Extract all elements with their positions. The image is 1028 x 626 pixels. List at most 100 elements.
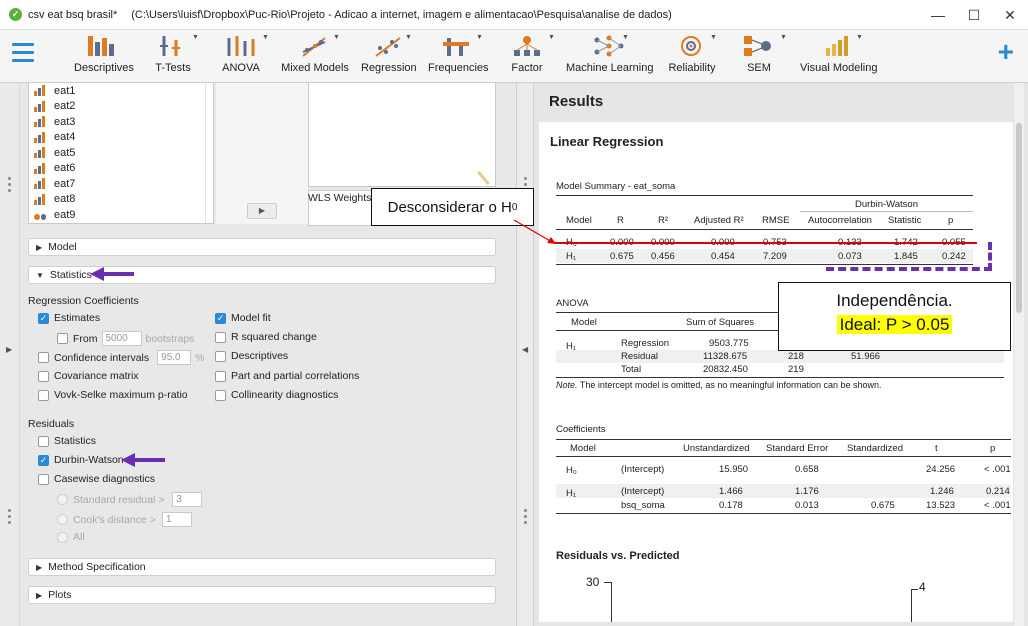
vovk-sellke-option[interactable]: Vovk-Selke maximum p-ratio — [38, 389, 188, 401]
covariance-matrix-option[interactable]: Covariance matrix — [38, 370, 139, 382]
table-cell: 0.675 — [871, 500, 895, 511]
plot-tick-label: 4 — [919, 580, 926, 594]
bootstrap-count-input[interactable]: 5000 — [101, 331, 142, 346]
covariance-matrix-checkbox[interactable] — [38, 370, 49, 382]
cooks-distance-input[interactable]: 1 — [161, 512, 192, 527]
durbin-watson-option[interactable]: ✓ Durbin-Watson — [38, 454, 124, 466]
collinearity-checkbox[interactable] — [215, 389, 226, 401]
mixed-models-icon: ▼ — [281, 32, 349, 62]
list-item[interactable]: eat8 — [29, 192, 213, 208]
ribbon-anova[interactable]: ▼ ANOVA — [222, 32, 269, 80]
table-header: Standard Error — [766, 443, 829, 454]
ribbon-reliability[interactable]: ▼ Reliability — [668, 32, 716, 80]
descriptives-checkbox[interactable] — [215, 350, 226, 362]
table-cell: (Intercept) — [621, 486, 665, 497]
bootstrap-option[interactable]: From 5000 bootstraps — [57, 331, 195, 346]
durbin-watson-checkbox[interactable]: ✓ — [38, 454, 49, 466]
minimize-button[interactable]: — — [920, 0, 956, 30]
r-squared-change-option[interactable]: R squared change — [215, 331, 317, 343]
list-item[interactable]: eat4 — [29, 130, 213, 146]
cooks-distance-option: Cook's distance >1 — [57, 512, 196, 527]
standard-residual-radio[interactable] — [57, 494, 68, 505]
model-fit-option[interactable]: ✓ Model fit — [215, 312, 271, 324]
ci-level-input[interactable]: 95.0 — [157, 350, 192, 365]
ribbon-t-tests[interactable]: ▼ T-Tests — [152, 32, 199, 80]
confidence-intervals-checkbox[interactable] — [38, 352, 49, 363]
residual-statistics-option[interactable]: Statistics — [38, 435, 96, 447]
table-header: t — [935, 443, 938, 454]
table-cell: 1.466 — [719, 486, 743, 497]
ribbon-regression[interactable]: ▼ Regression — [361, 32, 417, 80]
all-option: All — [57, 531, 85, 543]
scale-variable-icon — [34, 178, 47, 190]
residual-statistics-checkbox[interactable] — [38, 435, 49, 447]
plot-y-axis — [611, 582, 612, 622]
list-item[interactable]: eat5 — [29, 145, 213, 161]
wls-weights-label: WLS Weights ( — [308, 192, 378, 204]
section-model[interactable]: ▶ Model — [28, 238, 496, 256]
model-fit-checkbox[interactable]: ✓ — [215, 312, 226, 324]
table-cell: (Intercept) — [621, 464, 665, 475]
panel-splitter[interactable]: ◀ — [516, 83, 534, 626]
list-item[interactable]: eat1 — [29, 83, 213, 99]
variable-list[interactable]: eat1 eat2 eat3 eat4 eat5 eat6 eat7 eat8 … — [28, 83, 214, 224]
list-item[interactable]: eat7 — [29, 176, 213, 192]
table-header: Statistic — [888, 215, 922, 226]
visual-modeling-icon: ▼ — [800, 32, 876, 62]
ribbon-visual-modeling[interactable]: ▼ Visual Modeling — [800, 32, 877, 80]
maximize-button[interactable]: ☐ — [956, 0, 992, 30]
vovk-sellke-checkbox[interactable] — [38, 389, 49, 401]
ribbon-frequencies[interactable]: ▼ Frequencies — [428, 32, 489, 80]
section-plots[interactable]: ▶ Plots — [28, 586, 496, 604]
part-partial-checkbox[interactable] — [215, 370, 226, 382]
collinearity-option[interactable]: Collinearity diagnostics — [215, 389, 338, 401]
add-module-button[interactable]: + — [998, 38, 1014, 66]
table-header: p — [990, 443, 996, 454]
table-cell: bsq_soma — [621, 500, 665, 511]
menu-icon[interactable] — [12, 43, 34, 63]
bootstrap-checkbox[interactable] — [57, 333, 68, 344]
table-cell: Residual — [621, 351, 658, 362]
plot-tick — [911, 589, 918, 590]
section-method-specification[interactable]: ▶ Method Specification — [28, 558, 496, 576]
table-header: RMSE — [762, 215, 790, 226]
scale-variable-icon — [34, 131, 47, 143]
table-header: Sum of Squares — [686, 317, 755, 328]
cooks-distance-radio[interactable] — [57, 514, 68, 525]
results-scrollbar[interactable] — [1014, 83, 1024, 626]
left-collapse-handle[interactable]: ▶ — [0, 83, 20, 626]
casewise-checkbox[interactable] — [38, 473, 49, 485]
table-cell: 0.658 — [795, 464, 819, 475]
descriptives-option[interactable]: Descriptives — [215, 350, 288, 362]
close-button[interactable]: ✕ — [992, 0, 1028, 30]
r-squared-change-checkbox[interactable] — [215, 331, 226, 343]
part-partial-option[interactable]: Part and partial correlations — [215, 370, 359, 382]
assign-arrow-button[interactable]: ▶ — [247, 203, 277, 219]
ribbon-factor[interactable]: ▼ Factor — [510, 32, 555, 80]
t-tests-icon: ▼ — [160, 34, 199, 56]
table-cell: 1.246 — [930, 486, 954, 497]
list-item[interactable]: eat9 — [29, 207, 213, 223]
all-radio[interactable] — [57, 531, 68, 543]
ribbon-machine-learning[interactable]: ▼ Machine Learning — [566, 32, 653, 80]
residuals-plot-title: Residuals vs. Predicted — [556, 550, 680, 562]
list-item[interactable]: eat3 — [29, 114, 213, 130]
table-cell: 15.950 — [719, 464, 749, 475]
casewise-option[interactable]: Casewise diagnostics — [38, 473, 155, 485]
window-title: csv eat bsq brasil* — [28, 8, 118, 21]
estimates-option[interactable]: ✓ Estimates — [38, 312, 100, 324]
ribbon-sem[interactable]: ▼ SEM — [740, 32, 787, 80]
list-item[interactable]: eat6 — [29, 161, 213, 177]
standard-residual-input[interactable]: 3 — [172, 492, 203, 507]
estimates-checkbox[interactable]: ✓ — [38, 312, 49, 324]
ribbon-mixed-models[interactable]: ▼ Mixed Models — [281, 32, 349, 80]
table-header: Model — [566, 215, 592, 226]
residuals-title: Residuals — [28, 418, 75, 430]
confidence-intervals-option[interactable]: Confidence intervals 95.0% — [38, 350, 204, 365]
covariates-box[interactable] — [308, 83, 496, 187]
variable-list-scrollbar[interactable] — [205, 83, 213, 223]
ribbon-descriptives[interactable]: Descriptives — [74, 32, 134, 80]
list-item[interactable]: eat2 — [29, 99, 213, 115]
table-header: Adjusted R² — [694, 215, 744, 226]
scale-variable-icon — [34, 85, 47, 97]
